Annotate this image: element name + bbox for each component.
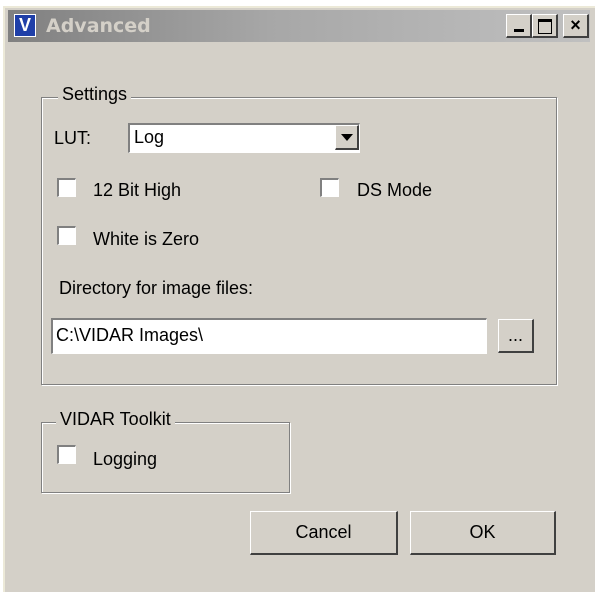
cancel-button-label: Cancel [295,522,352,542]
white-is-zero-checkbox[interactable] [57,226,76,245]
logging-checkbox[interactable] [57,445,76,464]
maximize-icon [538,19,552,34]
cancel-button[interactable]: Cancel [250,511,398,555]
ds-mode-label[interactable]: DS Mode [357,180,432,201]
maximize-button[interactable] [532,14,558,38]
white-is-zero-label[interactable]: White is Zero [93,229,199,250]
title-bar[interactable]: V Advanced × [8,10,590,42]
close-icon: × [570,15,581,35]
twelve-bit-high-label[interactable]: 12 Bit High [93,180,181,201]
ds-mode-checkbox[interactable] [320,178,339,197]
ok-button-label: OK [469,522,496,542]
browse-button[interactable]: ... [498,319,534,353]
lut-dropdown-value: Log [134,127,165,147]
logging-label[interactable]: Logging [93,449,157,470]
vidar-toolkit-groupbox: VIDAR Toolkit [41,409,290,493]
ok-button[interactable]: OK [410,511,556,555]
lut-label: LUT: [54,128,92,148]
close-button[interactable]: × [563,14,589,38]
window-title: Advanced [46,15,151,37]
chevron-down-icon [341,134,353,141]
twelve-bit-high-checkbox[interactable] [57,178,76,197]
lut-dropdown-arrow-button[interactable] [335,125,359,150]
vidar-toolkit-group-label: VIDAR Toolkit [56,409,175,430]
lut-dropdown[interactable]: Log [128,123,360,153]
directory-label: Directory for image files: [59,278,254,298]
settings-group-label: Settings [58,84,132,105]
app-icon[interactable]: V [14,14,36,37]
directory-input[interactable]: C:\VIDAR Images\ [51,318,487,354]
browse-button-label: ... [507,325,523,345]
minimize-icon [514,29,524,32]
minimize-button[interactable] [506,14,532,38]
